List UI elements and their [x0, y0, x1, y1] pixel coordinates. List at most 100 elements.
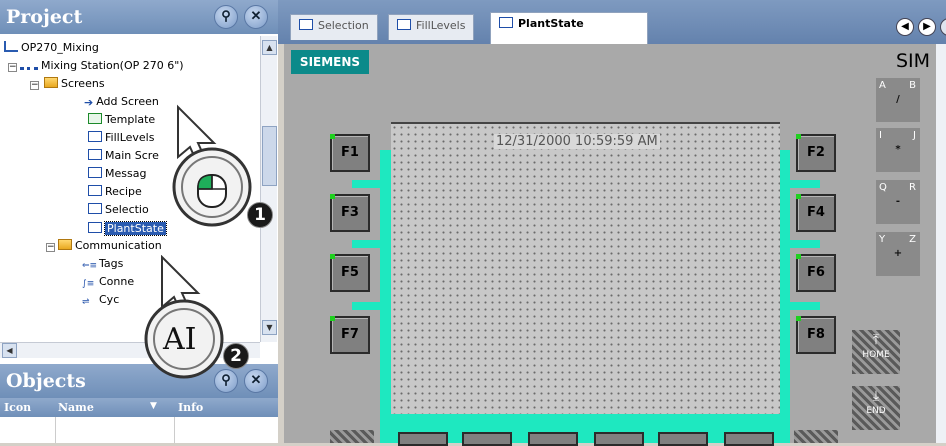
tree-item-label: Cyc [99, 293, 120, 306]
tab-prev-icon[interactable]: ◀ [896, 18, 914, 36]
tree-item-label: Communication [75, 239, 162, 252]
tree-item-label: Tags [99, 257, 124, 270]
project-panel-title: Project [6, 6, 83, 28]
key-label: J [913, 130, 916, 141]
scroll-up-icon[interactable]: ▲ [262, 40, 277, 55]
tree-item-label: Template [105, 113, 156, 126]
fkey-f7[interactable]: F7 [330, 316, 370, 354]
collapse-icon[interactable]: − [46, 243, 55, 252]
screen-icon [88, 167, 102, 178]
bottom-softkey[interactable] [594, 432, 644, 446]
screen-icon [88, 131, 102, 142]
scroll-left-icon[interactable]: ◀ [2, 343, 17, 358]
tree-item-cycles[interactable]: ⇌ Cyc [82, 292, 119, 308]
tree-item-label: Mixing Station(OP 270 6") [41, 59, 184, 72]
tab-plantstate[interactable]: PlantState [490, 12, 648, 44]
home-key-label: HOME [862, 350, 890, 360]
date-time-field[interactable]: 12/31/2000 10:59:59 AM [494, 134, 660, 149]
tree-item-station[interactable]: Mixing Station(OP 270 6") [20, 58, 184, 74]
column-info[interactable]: Info [178, 401, 203, 414]
end-arrow-icon: ⤓ [872, 388, 880, 404]
editor-vertical-scrollbar[interactable] [936, 44, 946, 443]
column-name[interactable]: Name [58, 401, 94, 414]
tree-item-label: Messag [105, 167, 147, 180]
keypad-key-yz[interactable]: Y Z + [876, 232, 920, 276]
close-icon[interactable]: ✕ [244, 5, 268, 29]
tree-item-add-screen[interactable]: ➔ Add Screen [84, 94, 159, 110]
key-label: I [879, 130, 882, 141]
tree-item-root[interactable]: OP270_Mixing [4, 40, 99, 56]
tree-item-filllevels[interactable]: FillLevels [88, 130, 154, 146]
tab-filllevels[interactable]: FillLevels [388, 14, 475, 40]
fkey-f4[interactable]: F4 [796, 194, 836, 232]
tree-item-template[interactable]: Template [88, 112, 155, 128]
tree-item-connections[interactable]: ∫≡ Conne [82, 274, 134, 290]
tree-item-selection[interactable]: Selectio [88, 202, 149, 218]
tags-icon: ⇐≡ [82, 261, 98, 271]
tree-item-label: Selectio [105, 203, 149, 216]
tab-label: PlantState [518, 17, 584, 30]
text-cursor-icon: AI [163, 322, 197, 357]
column-icon[interactable]: Icon [4, 401, 31, 414]
tree-item-communication[interactable]: Communication [58, 238, 162, 254]
key-label: A [879, 80, 886, 91]
bottom-softkey[interactable] [528, 432, 578, 446]
bottom-softkey[interactable] [658, 432, 708, 446]
collapse-icon[interactable]: − [30, 81, 39, 90]
key-label: + [893, 248, 903, 259]
template-icon [88, 113, 102, 124]
screen-icon [88, 185, 102, 196]
bottom-softkey[interactable] [398, 432, 448, 446]
tab-label: FillLevels [416, 19, 466, 32]
tab-label: Selection [318, 19, 369, 32]
fkey-f2[interactable]: F2 [796, 134, 836, 172]
bottom-hatch-key-right[interactable] [794, 430, 838, 443]
collapse-icon[interactable]: − [8, 63, 17, 72]
step-1-badge: 1 [247, 202, 273, 228]
add-arrow-icon: ➔ [84, 96, 94, 109]
keypad-key-ab[interactable]: A B / [876, 78, 920, 122]
editor-tab-bar: Selection FillLevels PlantState ◀ ▶ ✕ [278, 0, 946, 44]
sort-desc-icon[interactable]: ▼ [150, 401, 157, 411]
frame-connector [790, 180, 820, 188]
scroll-down-icon[interactable]: ▼ [262, 320, 277, 335]
end-key-label: END [866, 406, 886, 416]
bottom-softkey[interactable] [724, 432, 774, 446]
bottom-softkey[interactable] [462, 432, 512, 446]
step-2-badge: 2 [223, 343, 249, 369]
fkey-f3[interactable]: F3 [330, 194, 370, 232]
fkey-f1[interactable]: F1 [330, 134, 370, 172]
siemens-badge: SIEMENS [291, 50, 369, 74]
hmi-screen-canvas[interactable] [391, 122, 780, 414]
fkey-f8[interactable]: F8 [796, 316, 836, 354]
screen-icon [397, 19, 411, 30]
end-key[interactable]: ⤓ END [852, 386, 900, 430]
frame-connector [790, 240, 820, 248]
tree-item-messages[interactable]: Messag [88, 166, 146, 182]
fkey-f6[interactable]: F6 [796, 254, 836, 292]
tree-item-tags[interactable]: ⇐≡ Tags [82, 256, 123, 272]
objects-column-header: Icon Name ▼ Info [0, 398, 278, 417]
tab-close-icon[interactable]: ✕ [940, 18, 946, 36]
project-panel-header: Project ⚲ ✕ [0, 0, 278, 34]
column-divider [55, 417, 56, 443]
tree-item-screens[interactable]: Screens [44, 76, 105, 92]
tree-item-recipe[interactable]: Recipe [88, 184, 142, 200]
tab-next-icon[interactable]: ▶ [918, 18, 936, 36]
bottom-hatch-key-left[interactable] [330, 430, 374, 443]
tab-selection[interactable]: Selection [290, 14, 378, 40]
keypad-key-qr[interactable]: Q R- [876, 180, 920, 224]
frame-connector [352, 180, 382, 188]
keypad-key-ij[interactable]: I J * [876, 128, 920, 172]
objects-list [0, 417, 278, 443]
tree-item-main-screen[interactable]: Main Scre [88, 148, 159, 164]
key-label: Q [879, 182, 887, 193]
fkey-f5[interactable]: F5 [330, 254, 370, 292]
objects-panel-title: Objects [6, 370, 86, 392]
screen-icon [88, 203, 102, 214]
home-key[interactable]: ⤒ HOME [852, 330, 900, 374]
connection-icon: ∫≡ [82, 279, 95, 289]
pin-icon[interactable]: ⚲ [214, 5, 238, 29]
key-label: / [896, 94, 900, 105]
tree-item-label: FillLevels [105, 131, 155, 144]
